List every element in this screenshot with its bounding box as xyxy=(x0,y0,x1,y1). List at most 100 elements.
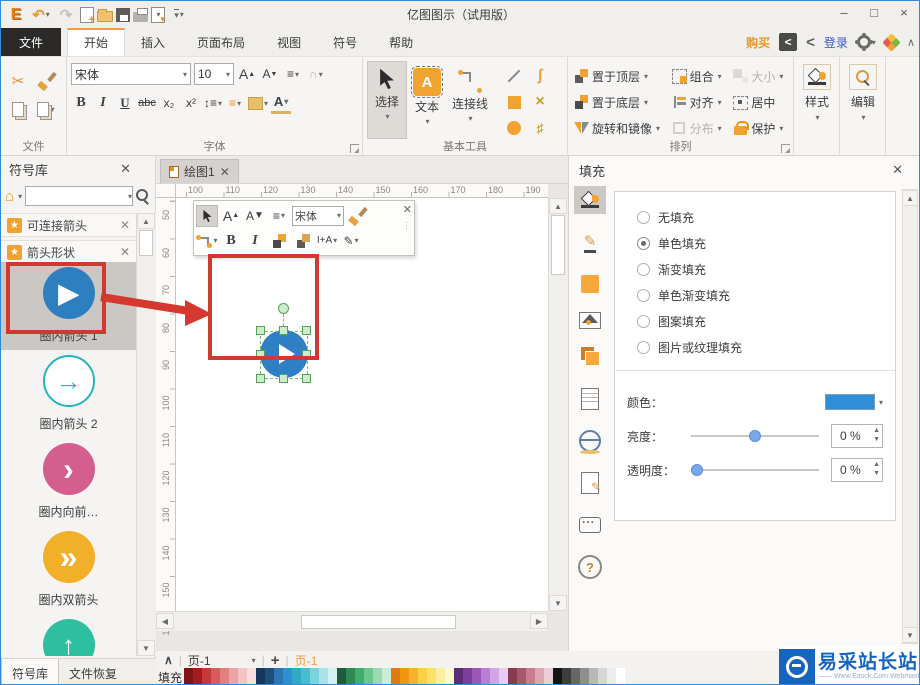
export-icon[interactable]: ▾ xyxy=(151,6,165,25)
selection-handle[interactable] xyxy=(279,374,288,383)
canvas-scroll-left-icon[interactable]: ◀ xyxy=(156,613,174,629)
palette-swatch[interactable] xyxy=(607,668,617,684)
document-tab[interactable]: 绘图1 ✕ xyxy=(160,159,239,183)
collapse-ribbon-icon[interactable] xyxy=(907,35,915,49)
panel-scrollbar[interactable]: ▲ ▼ xyxy=(902,189,918,644)
search-icon[interactable] xyxy=(136,188,151,204)
format-painter-icon[interactable] xyxy=(37,72,55,90)
palette-swatch[interactable] xyxy=(571,668,581,684)
text-tool-button[interactable]: A 文本 ▾ xyxy=(407,61,447,139)
scrollbar-thumb[interactable] xyxy=(139,230,153,256)
cut-icon[interactable]: ✂ xyxy=(12,72,25,90)
palette-swatch[interactable] xyxy=(328,668,338,684)
save-icon[interactable] xyxy=(116,7,130,22)
arrange-group-button[interactable]: 组合 ▾ xyxy=(671,63,728,89)
app-logo-icon[interactable] xyxy=(5,5,27,25)
share-box-icon[interactable] xyxy=(779,33,798,51)
line-spacing-icon[interactable]: ↕≡ ▾ xyxy=(203,92,223,114)
spin-up-icon[interactable]: ▲ xyxy=(873,460,880,469)
fill-option-图片或纹理填充[interactable]: 图片或纹理填充 xyxy=(615,334,895,360)
rotation-handle[interactable] xyxy=(278,303,289,314)
radio-icon[interactable] xyxy=(637,236,650,250)
transparency-slider[interactable] xyxy=(691,464,819,476)
document-list-icon[interactable] xyxy=(574,385,606,413)
palette-swatch[interactable] xyxy=(274,668,284,684)
section-箭头形状[interactable]: ★ 箭头形状 ✕ xyxy=(1,240,136,264)
gear-icon[interactable] xyxy=(856,35,871,49)
transparency-spinner[interactable]: 0 % ▲ ▼ xyxy=(831,458,883,482)
mini-send-back-icon[interactable] xyxy=(292,230,314,252)
tab-符号[interactable]: 符号 xyxy=(317,28,373,56)
palette-swatch[interactable] xyxy=(337,668,347,684)
spin-down-icon[interactable]: ▼ xyxy=(873,435,880,444)
subscript-icon[interactable]: x₂ xyxy=(159,92,179,114)
close-shape-tool-icon[interactable]: × xyxy=(535,93,544,111)
fill-option-图案填充[interactable]: 图案填充 xyxy=(615,308,895,334)
canvas-horizontal-scrollbar[interactable]: ◀ ▶ xyxy=(156,611,548,631)
canvas-scroll-down-icon[interactable]: ▼ xyxy=(549,595,567,611)
align-text-icon[interactable]: ≡ ▾ xyxy=(283,63,303,85)
palette-swatch[interactable] xyxy=(526,668,536,684)
palette-swatch[interactable] xyxy=(517,668,527,684)
palette-swatch[interactable] xyxy=(481,668,491,684)
tab-页面布局[interactable]: 页面布局 xyxy=(181,28,261,56)
paste-button[interactable]: ▾ xyxy=(37,101,55,117)
arrange-center-button[interactable]: 居中 xyxy=(733,89,789,115)
palette-swatch[interactable] xyxy=(598,668,608,684)
rectangle-tool-icon[interactable] xyxy=(507,95,521,109)
tab-开始[interactable]: 开始 xyxy=(67,28,126,56)
selection-handle[interactable] xyxy=(279,326,288,335)
palette-swatch[interactable] xyxy=(589,668,599,684)
help-icon[interactable] xyxy=(574,553,606,581)
transparency-slider-thumb[interactable] xyxy=(691,464,703,476)
mini-format-shape-icon[interactable]: ✎ ▾ xyxy=(340,230,362,252)
selection-handle[interactable] xyxy=(256,326,265,335)
palette-swatch[interactable] xyxy=(454,668,464,684)
open-file-icon[interactable] xyxy=(97,9,113,22)
brightness-slider-thumb[interactable] xyxy=(748,430,761,442)
list-icon[interactable]: ≡ ▾ xyxy=(225,92,245,114)
more-icon[interactable]: ▾ xyxy=(168,5,190,25)
decrease-font-icon[interactable]: A ▼ xyxy=(260,63,280,85)
selection-handle[interactable] xyxy=(256,374,265,383)
add-page-icon[interactable]: + xyxy=(271,652,280,669)
italic-icon[interactable]: I xyxy=(93,92,113,114)
palette-swatch[interactable] xyxy=(535,668,545,684)
palette-swatch[interactable] xyxy=(391,668,401,684)
sidebar-scrollbar[interactable]: ▲ ▼ xyxy=(136,213,156,656)
strikethrough-icon[interactable]: abc xyxy=(137,92,157,114)
palette-swatch[interactable] xyxy=(508,668,518,684)
mini-italic-icon[interactable]: I xyxy=(244,230,266,252)
section-close-icon[interactable]: ✕ xyxy=(120,245,130,259)
palette-swatch[interactable] xyxy=(580,668,590,684)
font-color-icon[interactable]: A ▾ xyxy=(271,92,292,114)
comment-icon[interactable] xyxy=(574,511,606,539)
color-dropdown[interactable]: ▾ xyxy=(824,394,883,410)
fill-panel-close-icon[interactable]: ✕ xyxy=(892,162,911,178)
canvas-scroll-right-icon[interactable]: ▶ xyxy=(530,613,548,629)
palette-swatch[interactable] xyxy=(202,668,212,684)
radio-icon[interactable] xyxy=(637,288,650,302)
tab-视图[interactable]: 视图 xyxy=(261,28,317,56)
section-close-icon[interactable]: ✕ xyxy=(120,218,130,232)
palette-swatch[interactable] xyxy=(256,668,266,684)
copy-icon[interactable] xyxy=(12,101,24,117)
palette-swatch[interactable] xyxy=(490,668,500,684)
superscript-icon[interactable]: x² xyxy=(181,92,201,114)
pen-tool-icon[interactable]: ♯ xyxy=(537,120,544,136)
minimize-button[interactable]: – xyxy=(829,1,859,23)
selection-handle[interactable] xyxy=(302,326,311,335)
selection-handle[interactable] xyxy=(256,350,265,359)
radio-icon[interactable] xyxy=(637,262,650,276)
document-edit-icon[interactable] xyxy=(574,469,606,497)
symbol-search-input[interactable] xyxy=(26,187,127,205)
connector-tool-button[interactable]: 连接线 ▾ xyxy=(447,61,493,139)
palette-swatch[interactable] xyxy=(355,668,365,684)
mini-toolbar-close-icon[interactable]: ✕ xyxy=(403,203,412,216)
palette-swatch[interactable] xyxy=(418,668,428,684)
sidebar-tab-文件恢复[interactable]: 文件恢复 xyxy=(59,659,127,684)
palette-swatch[interactable] xyxy=(400,668,410,684)
mini-decrease-font-icon[interactable]: A ▼ xyxy=(244,205,266,227)
arrange-dialog-launcher-icon[interactable] xyxy=(781,144,790,153)
drawing-canvas[interactable] xyxy=(176,198,548,611)
